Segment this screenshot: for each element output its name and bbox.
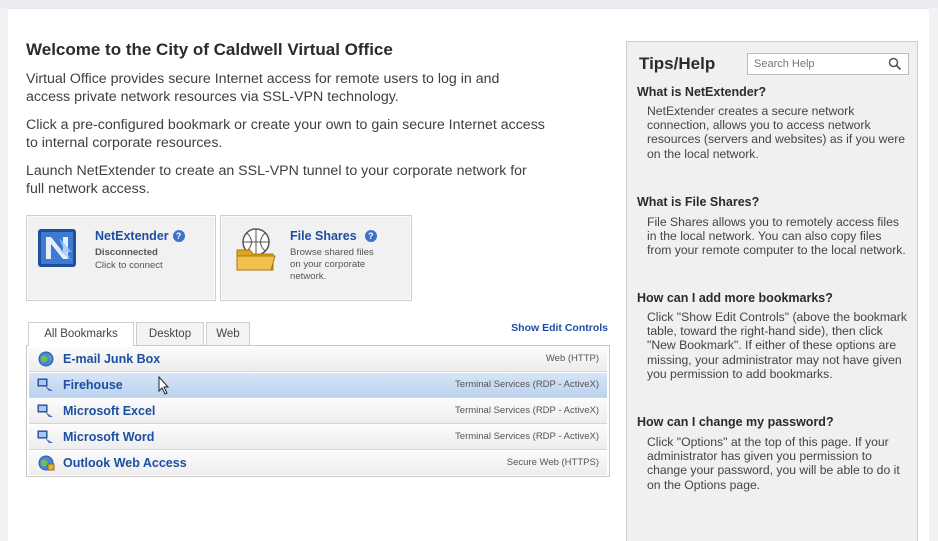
tab-all-bookmarks[interactable]: All Bookmarks bbox=[28, 322, 134, 346]
tips-answer-change-password: Click "Options" at the top of this page.… bbox=[647, 435, 900, 492]
file-shares-desc-line3: network. bbox=[290, 271, 327, 282]
bookmark-row-email-junk-box[interactable]: E-mail Junk Box Web (HTTP) bbox=[29, 347, 607, 372]
search-help-box[interactable] bbox=[747, 53, 909, 75]
secure-web-globe-icon bbox=[38, 455, 55, 471]
bookmark-type: Terminal Services (RDP - ActiveX) bbox=[455, 405, 599, 416]
tips-question-file-shares: What is File Shares? bbox=[637, 195, 760, 209]
folder-globe-icon bbox=[236, 228, 276, 271]
netextender-tile[interactable]: NetExtender? Disconnected Click to conne… bbox=[26, 215, 216, 301]
netextender-title-text[interactable]: NetExtender bbox=[95, 229, 169, 243]
help-icon[interactable]: ? bbox=[172, 230, 185, 242]
bookmark-type: Secure Web (HTTPS) bbox=[506, 457, 599, 468]
bookmark-row-microsoft-excel[interactable]: Microsoft Excel Terminal Services (RDP -… bbox=[29, 399, 607, 424]
top-bar bbox=[0, 0, 938, 8]
show-edit-controls-link[interactable]: Show Edit Controls bbox=[470, 322, 608, 334]
netextender-title[interactable]: NetExtender? bbox=[95, 229, 185, 243]
tips-answer-netextender: NetExtender creates a secure network con… bbox=[647, 104, 906, 161]
file-shares-tile[interactable]: File Shares? Browse shared files on your… bbox=[220, 215, 412, 301]
intro-paragraph-3: Launch NetExtender to create an SSL-VPN … bbox=[26, 163, 527, 197]
intro-paragraph-1: Virtual Office provides secure Internet … bbox=[26, 71, 500, 105]
bookmark-name[interactable]: Microsoft Excel bbox=[63, 404, 155, 418]
file-shares-desc-line1: Browse shared files bbox=[290, 247, 374, 258]
web-globe-icon bbox=[38, 351, 54, 367]
tips-help-panel: Tips/Help What is NetExtender? NetExtend… bbox=[626, 41, 918, 541]
intro-paragraph-2: Click a pre-configured bookmark or creat… bbox=[26, 117, 545, 151]
file-shares-desc-line2: on your corporate bbox=[290, 259, 366, 270]
tips-help-title: Tips/Help bbox=[639, 54, 716, 73]
remote-desktop-icon bbox=[37, 430, 53, 443]
bookmark-name[interactable]: E-mail Junk Box bbox=[63, 352, 160, 366]
search-help-input[interactable] bbox=[748, 55, 882, 73]
bookmark-table: E-mail Junk Box Web (HTTP) Firehouse Ter… bbox=[26, 345, 610, 477]
remote-desktop-icon bbox=[37, 404, 53, 417]
tips-question-add-bookmarks: How can I add more bookmarks? bbox=[637, 291, 833, 305]
bookmark-name[interactable]: Microsoft Word bbox=[63, 430, 154, 444]
tips-answer-add-bookmarks: Click "Show Edit Controls" (above the bo… bbox=[647, 310, 907, 381]
tips-question-netextender: What is NetExtender? bbox=[637, 85, 767, 99]
bookmark-name[interactable]: Outlook Web Access bbox=[63, 456, 187, 470]
bookmark-type: Terminal Services (RDP - ActiveX) bbox=[455, 431, 599, 442]
bookmark-row-firehouse[interactable]: Firehouse Terminal Services (RDP - Activ… bbox=[29, 373, 607, 398]
bookmark-name[interactable]: Firehouse bbox=[63, 378, 123, 392]
tab-desktop[interactable]: Desktop bbox=[136, 322, 204, 345]
file-shares-title[interactable]: File Shares? bbox=[290, 229, 377, 243]
page-title: Welcome to the City of Caldwell Virtual … bbox=[26, 40, 393, 59]
tips-question-change-password: How can I change my password? bbox=[637, 415, 834, 429]
bookmark-row-outlook-web-access[interactable]: Outlook Web Access Secure Web (HTTPS) bbox=[29, 451, 607, 475]
help-icon[interactable]: ? bbox=[364, 230, 377, 242]
bookmark-row-microsoft-word[interactable]: Microsoft Word Terminal Services (RDP - … bbox=[29, 425, 607, 450]
tab-web[interactable]: Web bbox=[206, 322, 250, 345]
file-shares-title-text[interactable]: File Shares bbox=[290, 229, 357, 243]
netextender-status: Disconnected bbox=[95, 247, 158, 258]
tips-answer-file-shares: File Shares allows you to remotely acces… bbox=[647, 215, 906, 258]
netextender-icon bbox=[38, 229, 76, 267]
bookmark-type: Web (HTTP) bbox=[545, 353, 599, 364]
search-icon[interactable] bbox=[888, 57, 902, 71]
bookmark-type: Terminal Services (RDP - ActiveX) bbox=[455, 379, 599, 390]
netextender-action: Click to connect bbox=[95, 260, 163, 271]
mouse-cursor-icon bbox=[158, 376, 170, 395]
remote-desktop-icon bbox=[37, 378, 53, 391]
